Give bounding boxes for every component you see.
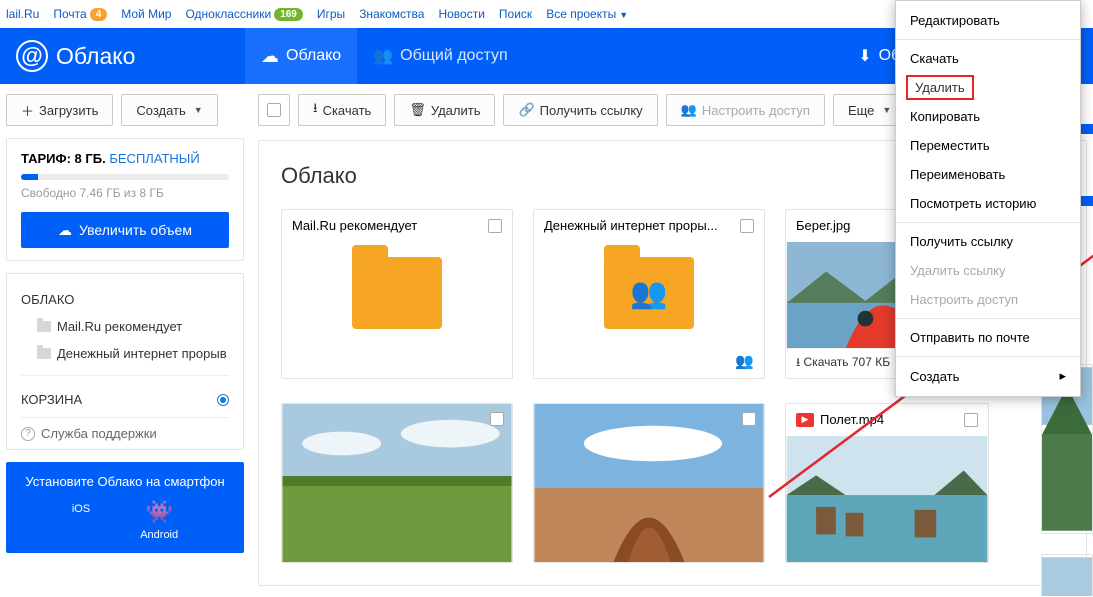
tree-bin[interactable]: КОРЗИНА (21, 384, 229, 409)
card-title: Полет.mp4 (820, 412, 884, 427)
ctx-sendmail[interactable]: Отправить по почте (896, 323, 1080, 352)
promo-ios[interactable]: iOS (72, 499, 90, 541)
card-checkbox[interactable] (488, 219, 502, 233)
folder-card[interactable]: Денежный интернет проры... 👥 👥 (533, 209, 765, 379)
cloud-icon: ☁ (261, 46, 279, 67)
ctx-rename[interactable]: Переименовать (896, 160, 1080, 189)
ctx-copy[interactable]: Копировать (896, 102, 1080, 131)
promo-title: Установите Облако на смартфон (16, 474, 234, 489)
tree-header-cloud[interactable]: ОБЛАКО (21, 286, 229, 313)
top-pochta[interactable]: Почта4 (53, 7, 107, 21)
ctx-history[interactable]: Посмотреть историю (896, 189, 1080, 218)
folder-icon (352, 257, 442, 329)
mail-badge: 4 (90, 8, 108, 21)
plan-label: ТАРИФ: 8 ГБ. (21, 151, 106, 166)
card-checkbox[interactable] (742, 412, 756, 426)
download-icon: ⭳ (796, 355, 800, 369)
ctx-delete[interactable]: Удалить (906, 75, 974, 100)
chevron-down-icon: ▼ (882, 105, 891, 115)
image-card[interactable] (281, 403, 513, 563)
storage-progress (21, 174, 229, 180)
question-icon: ? (21, 427, 35, 441)
trash-icon: 🗑 (409, 102, 426, 118)
delete-button[interactable]: 🗑Удалить (394, 94, 495, 126)
chevron-right-icon: ▸ (1059, 368, 1066, 384)
thumbnail (282, 404, 512, 562)
at-icon: @ (16, 40, 48, 72)
top-games[interactable]: Игры (317, 7, 345, 21)
ctx-create[interactable]: Создать▸ (896, 361, 1080, 391)
getlink-button[interactable]: 🔗Получить ссылку (503, 94, 657, 126)
ctx-dellink: Удалить ссылку (896, 256, 1080, 285)
card-title: Mail.Ru рекомендует (292, 218, 417, 233)
ctx-access: Настроить доступ (896, 285, 1080, 314)
top-news[interactable]: Новости (438, 7, 484, 21)
storage-free-text: Свободно 7.46 ГБ из 8 ГБ (21, 186, 229, 200)
sidebar: ＋Загрузить Создать▼ ТАРИФ: 8 ГБ. БЕСПЛАТ… (6, 94, 244, 586)
cloud-icon: ☁ (58, 222, 72, 239)
folder-card[interactable]: Mail.Ru рекомендует (281, 209, 513, 379)
upload-button[interactable]: ＋Загрузить (6, 94, 113, 126)
video-card[interactable]: ▶ Полет.mp4 (785, 403, 989, 563)
tree-box: ОБЛАКО Mail.Ru рекомендует Денежный инте… (6, 273, 244, 450)
access-button[interactable]: 👥Настроить доступ (666, 94, 825, 126)
support-link[interactable]: ?Служба поддержки (21, 426, 229, 441)
card-title: Денежный интернет проры... (544, 218, 718, 233)
video-icon: ▶ (796, 413, 814, 427)
select-all-checkbox[interactable] (258, 94, 290, 126)
folder-icon (37, 348, 51, 359)
top-allprojects[interactable]: Все проекты▼ (546, 7, 628, 21)
radio-icon (217, 394, 229, 406)
card-checkbox[interactable] (964, 413, 978, 427)
share-icon: 👥 (735, 352, 754, 370)
folder-icon (37, 321, 51, 332)
chevron-down-icon: ▼ (194, 105, 203, 115)
ctx-edit[interactable]: Редактировать (896, 6, 1080, 35)
plan-box: ТАРИФ: 8 ГБ. БЕСПЛАТНЫЙ Свободно 7.46 ГБ… (6, 138, 244, 261)
tab-shared[interactable]: 👥 Общий доступ (357, 28, 523, 84)
thumbnail (786, 436, 988, 562)
logo[interactable]: @ Облако (0, 40, 245, 72)
download-button[interactable]: ⭳Скачать (298, 94, 386, 126)
promo-android[interactable]: 👾Android (140, 499, 178, 541)
top-search[interactable]: Поиск (499, 7, 532, 21)
android-icon: 👾 (145, 499, 172, 525)
mobile-promo: Установите Облако на смартфон iOS 👾Andro… (6, 462, 244, 553)
top-dating[interactable]: Знакомства (359, 7, 424, 21)
top-moymir[interactable]: Мой Мир (121, 7, 171, 21)
download-size[interactable]: ⭳ Скачать 707 КБ (796, 353, 890, 374)
chevron-down-icon: ▼ (619, 10, 628, 20)
link-icon: 🔗 (518, 102, 534, 118)
card-checkbox[interactable] (740, 219, 754, 233)
people-icon: 👥 (373, 46, 393, 66)
plus-icon: ＋ (21, 101, 34, 120)
increase-storage-button[interactable]: ☁Увеличить объем (21, 212, 229, 248)
file-grid-row2: ▶ Полет.mp4 (281, 403, 1064, 563)
logo-text: Облако (56, 43, 135, 70)
create-button[interactable]: Создать▼ (121, 94, 217, 126)
people-icon: 👥 (681, 102, 697, 118)
image-card[interactable] (533, 403, 765, 563)
ok-badge: 169 (274, 8, 303, 21)
ctx-move[interactable]: Переместить (896, 131, 1080, 160)
download-icon: ⭳ (313, 99, 318, 121)
tree-item[interactable]: Mail.Ru рекомендует (21, 313, 229, 340)
thumbnail (534, 404, 764, 562)
tree-item[interactable]: Денежный интернет прорыв ... (21, 340, 229, 367)
ctx-download[interactable]: Скачать (896, 44, 1080, 73)
ctx-getlink[interactable]: Получить ссылку (896, 227, 1080, 256)
plan-type-link[interactable]: БЕСПЛАТНЫЙ (109, 151, 199, 166)
top-ok[interactable]: Одноклассники169 (185, 7, 302, 21)
context-menu: Редактировать Скачать Удалить Копировать… (895, 0, 1081, 397)
card-checkbox[interactable] (490, 412, 504, 426)
download-icon: ⬇ (858, 46, 871, 66)
tab-cloud[interactable]: ☁ Облако (245, 28, 357, 84)
top-mailru[interactable]: lail.Ru (6, 7, 39, 21)
card-title: Берег.jpg (796, 218, 850, 233)
folder-shared-icon: 👥 (604, 257, 694, 329)
